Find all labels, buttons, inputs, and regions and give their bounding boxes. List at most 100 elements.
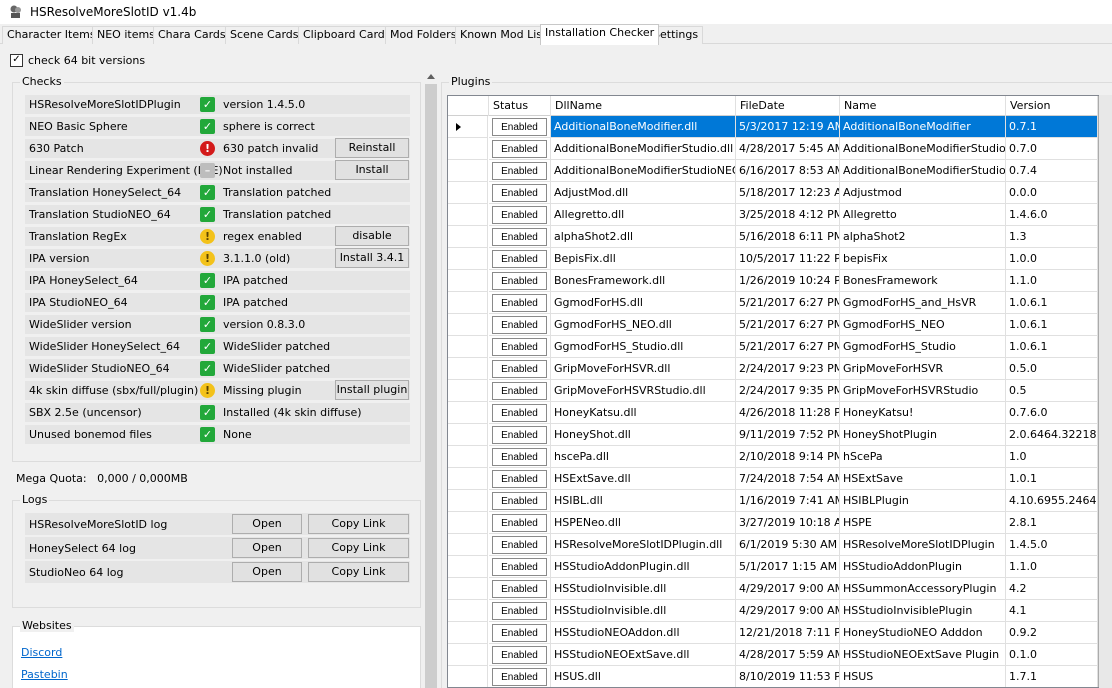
row-header[interactable] [448, 292, 488, 314]
enabled-toggle-button[interactable]: Enabled [492, 624, 547, 642]
enabled-toggle-button[interactable]: Enabled [492, 382, 547, 400]
enabled-toggle-button[interactable]: Enabled [492, 250, 547, 268]
plugin-row[interactable]: Enabled HSStudioInvisible.dll 4/29/2017 9:… [448, 600, 1098, 622]
row-header[interactable] [448, 380, 488, 402]
check-64bit-row[interactable]: ✓ check 64 bit versions [10, 53, 145, 67]
scroll-up-icon[interactable] [427, 74, 435, 79]
row-header[interactable] [448, 622, 488, 644]
row-header[interactable] [448, 204, 488, 226]
enabled-toggle-button[interactable]: Enabled [492, 184, 547, 202]
row-header[interactable] [448, 490, 488, 512]
row-header[interactable] [448, 182, 488, 204]
col-status[interactable]: Status [489, 96, 551, 116]
enabled-toggle-button[interactable]: Enabled [492, 602, 547, 620]
row-header[interactable] [448, 556, 488, 578]
tab-scene-cards[interactable]: Scene Cards [225, 26, 304, 44]
row-header[interactable] [448, 446, 488, 468]
plugin-row[interactable]: Enabled GgmodForHS_NEO.dll 5/21/2017 6:27 … [448, 314, 1098, 336]
plugin-row[interactable]: Enabled AdditionalBoneModifier.dll 5/3/201… [448, 116, 1098, 138]
enabled-toggle-button[interactable]: Enabled [492, 580, 547, 598]
row-header[interactable] [448, 534, 488, 556]
row-header[interactable] [448, 248, 488, 270]
row-header[interactable] [448, 270, 488, 292]
check-action-button[interactable]: Install 3.4.1 [335, 248, 409, 268]
row-header[interactable] [448, 314, 488, 336]
tab-clipboard-cards[interactable]: Clipboard Cards [298, 26, 396, 44]
row-header[interactable] [448, 402, 488, 424]
enabled-toggle-button[interactable]: Enabled [492, 536, 547, 554]
col-filedate[interactable]: FileDate [736, 96, 840, 116]
row-header[interactable] [448, 336, 488, 358]
tab-chara-cards[interactable]: Chara Cards [153, 26, 231, 44]
plugin-row[interactable]: Enabled HoneyShot.dll 9/11/2019 7:52 PM Hon… [448, 424, 1098, 446]
left-scrollbar[interactable] [424, 70, 438, 688]
row-header[interactable] [448, 116, 488, 138]
check-action-button[interactable]: Install plugin [335, 380, 409, 400]
enabled-toggle-button[interactable]: Enabled [492, 448, 547, 466]
enabled-toggle-button[interactable]: Enabled [492, 492, 547, 510]
plugin-row[interactable]: Enabled HSPENeo.dll 3/27/2019 10:18 AM HSPE… [448, 512, 1098, 534]
plugin-row[interactable]: EnabledAdditionalBoneModifierStudioNEO.d… [448, 160, 1098, 182]
copy-link-button[interactable]: Copy Link [308, 538, 409, 558]
tab-neo-items[interactable]: NEO items [92, 26, 160, 44]
check-64bit-checkbox[interactable]: ✓ [10, 53, 23, 67]
enabled-toggle-button[interactable]: Enabled [492, 514, 547, 532]
open-log-button[interactable]: Open [232, 514, 302, 534]
row-header[interactable] [448, 226, 488, 248]
plugin-row[interactable]: Enabled HSExtSave.dll 7/24/2018 7:54 AM HSE… [448, 468, 1098, 490]
row-header[interactable] [448, 424, 488, 446]
enabled-toggle-button[interactable]: Enabled [492, 228, 547, 246]
row-header[interactable] [448, 600, 488, 622]
row-header[interactable] [448, 468, 488, 490]
left-scrollbar-thumb[interactable] [425, 84, 437, 688]
check-action-button[interactable]: Install [335, 160, 409, 180]
plugin-row[interactable]: Enabled HSUS.dll 8/10/2019 11:53 PM HSUS 1.7… [448, 666, 1098, 687]
tab-known-mod-list[interactable]: Known Mod List [455, 26, 552, 44]
row-header[interactable] [448, 644, 488, 666]
plugin-row[interactable]: Enabled HSStudioNEOExtSave.dll 4/28/2017 5… [448, 644, 1098, 666]
col-dllname[interactable]: DllName [551, 96, 736, 116]
row-header[interactable] [448, 512, 488, 534]
plugin-row[interactable]: Enabled HSIBL.dll 1/16/2019 7:41 AM HSIBLPl… [448, 490, 1098, 512]
enabled-toggle-button[interactable]: Enabled [492, 360, 547, 378]
pastebin-link[interactable]: Pastebin [21, 668, 68, 681]
plugin-row[interactable]: Enabled hscePa.dll 2/10/2018 9:14 PM hScePa… [448, 446, 1098, 468]
plugin-row[interactable]: Enabled alphaShot2.dll 5/16/2018 6:11 PM al… [448, 226, 1098, 248]
check-action-button[interactable]: Reinstall [335, 138, 409, 158]
copy-link-button[interactable]: Copy Link [308, 514, 409, 534]
enabled-toggle-button[interactable]: Enabled [492, 426, 547, 444]
discord-link[interactable]: Discord [21, 646, 62, 659]
enabled-toggle-button[interactable]: Enabled [492, 668, 547, 686]
row-header[interactable] [448, 666, 488, 687]
enabled-toggle-button[interactable]: Enabled [492, 294, 547, 312]
plugin-row[interactable]: Enabled GgmodForHS.dll 5/21/2017 6:27 PM Gg… [448, 292, 1098, 314]
enabled-toggle-button[interactable]: Enabled [492, 558, 547, 576]
plugin-row[interactable]: Enabled AdditionalBoneModifierStudio.dll 4… [448, 138, 1098, 160]
plugin-row[interactable]: Enabled BepisFix.dll 10/5/2017 11:22 PM bep… [448, 248, 1098, 270]
plugins-scrollbar[interactable] [1099, 95, 1112, 688]
row-header[interactable] [448, 358, 488, 380]
plugin-row[interactable]: Enabled HSResolveMoreSlotIDPlugin.dll 6/1/… [448, 534, 1098, 556]
enabled-toggle-button[interactable]: Enabled [492, 140, 547, 158]
plugin-row[interactable]: Enabled HSStudioAddonPlugin.dll 5/1/2017 1… [448, 556, 1098, 578]
tab-mod-folders[interactable]: Mod Folders [385, 26, 462, 44]
enabled-toggle-button[interactable]: Enabled [492, 646, 547, 664]
row-header[interactable] [448, 578, 488, 600]
enabled-toggle-button[interactable]: Enabled [492, 162, 547, 180]
row-header[interactable] [448, 160, 488, 182]
col-name[interactable]: Name [840, 96, 1006, 116]
enabled-toggle-button[interactable]: Enabled [492, 338, 547, 356]
enabled-toggle-button[interactable]: Enabled [492, 316, 547, 334]
tab-character-items[interactable]: Character Items [2, 26, 101, 44]
copy-link-button[interactable]: Copy Link [308, 562, 409, 582]
plugin-row[interactable]: Enabled GgmodForHS_Studio.dll 5/21/2017 6:… [448, 336, 1098, 358]
enabled-toggle-button[interactable]: Enabled [492, 118, 547, 136]
plugin-row[interactable]: Enabled HSStudioInvisible.dll 4/29/2017 9:… [448, 578, 1098, 600]
enabled-toggle-button[interactable]: Enabled [492, 206, 547, 224]
tab-installation-checker[interactable]: Installation Checker [540, 24, 660, 45]
row-header[interactable] [448, 138, 488, 160]
plugin-row[interactable]: Enabled Allegretto.dll 3/25/2018 4:12 PM Al… [448, 204, 1098, 226]
enabled-toggle-button[interactable]: Enabled [492, 272, 547, 290]
enabled-toggle-button[interactable]: Enabled [492, 470, 547, 488]
plugin-row[interactable]: Enabled GripMoveForHSVRStudio.dll 2/24/201… [448, 380, 1098, 402]
